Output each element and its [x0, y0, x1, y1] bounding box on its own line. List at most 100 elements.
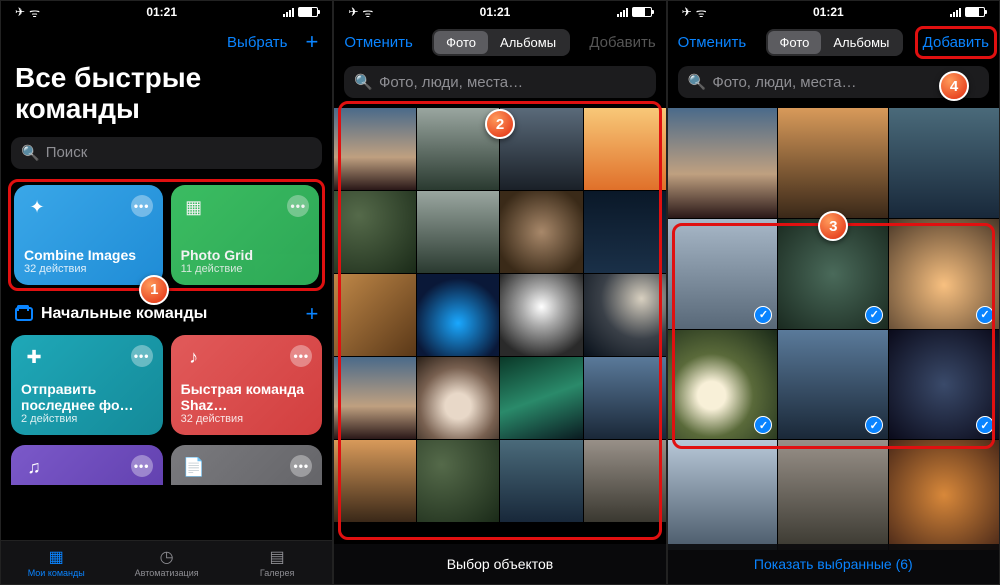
- photo-thumb[interactable]: [584, 274, 666, 356]
- battery-icon: [298, 7, 318, 17]
- search-icon: 🔍: [21, 144, 40, 162]
- search-input[interactable]: 🔍 Фото, люди, места…: [344, 66, 655, 98]
- photo-thumb[interactable]: [584, 440, 666, 522]
- search-icon: 🔍: [354, 73, 373, 91]
- cancel-button[interactable]: Отменить: [678, 34, 747, 51]
- tab-photos[interactable]: Фото: [434, 31, 488, 54]
- photo-thumb[interactable]: [668, 440, 778, 550]
- photo-thumb[interactable]: [334, 108, 416, 190]
- more-icon[interactable]: •••: [131, 195, 153, 217]
- photo-thumb[interactable]: [500, 274, 582, 356]
- photo-grid: ✓ ✓ ✓ ✓ ✓ ✓: [668, 108, 999, 550]
- battery-icon: [965, 7, 985, 17]
- automation-icon: ◷: [160, 547, 174, 567]
- shortcut-card-send-last[interactable]: ✚ ••• Отправить последнее фо… 2 действия: [11, 335, 163, 435]
- more-icon[interactable]: •••: [290, 345, 312, 367]
- card-name: Отправить последнее фо…: [21, 381, 153, 413]
- sound-icon: ♪: [181, 345, 207, 371]
- screen-picker-selected: ✈︎ᯤ 01:21 Отменить Фото Альбомы Добавить…: [667, 0, 1000, 585]
- card-meta: 2 действия: [21, 413, 153, 425]
- photo-thumb[interactable]: [778, 440, 888, 550]
- photo-thumb[interactable]: [584, 357, 666, 439]
- photo-thumb[interactable]: [417, 357, 499, 439]
- tab-photos[interactable]: Фото: [768, 31, 822, 54]
- photo-thumb[interactable]: [500, 440, 582, 522]
- show-selected-button[interactable]: Показать выбранные (6): [668, 544, 999, 584]
- shortcut-card-what[interactable]: 📄••• Что такое: [171, 445, 323, 485]
- photo-thumb[interactable]: [778, 108, 888, 218]
- segmented-control: Фото Альбомы: [432, 29, 570, 56]
- photo-thumb[interactable]: [584, 191, 666, 273]
- status-bar: ✈︎ᯤ 01:21: [668, 1, 999, 23]
- photo-thumb[interactable]: ✓: [668, 330, 778, 440]
- tab-my-shortcuts[interactable]: ▦Мои команды: [1, 541, 111, 584]
- card-meta: 11 действие: [181, 263, 310, 275]
- photo-thumb[interactable]: ✓: [889, 330, 999, 440]
- more-icon[interactable]: •••: [131, 455, 153, 477]
- page-title: Все быстрые команды: [1, 61, 332, 133]
- shortcut-card-music[interactable]: ♫••• Музыкальная: [11, 445, 163, 485]
- tab-gallery[interactable]: ▤Галерея: [222, 541, 332, 584]
- check-icon: ✓: [865, 416, 883, 434]
- card-meta: 32 действия: [24, 263, 153, 275]
- signal-icon: [617, 8, 628, 17]
- shortcut-card-photo-grid[interactable]: ▦ ••• Photo Grid 11 действие: [171, 185, 320, 285]
- select-button[interactable]: Выбрать: [227, 34, 287, 51]
- photo-thumb[interactable]: [334, 357, 416, 439]
- photo-thumb[interactable]: ✓: [889, 219, 999, 329]
- tab-albums[interactable]: Альбомы: [821, 31, 901, 54]
- callout-2: 2: [485, 109, 515, 139]
- section-title: Начальные команды: [41, 305, 207, 323]
- more-icon[interactable]: •••: [131, 345, 153, 367]
- status-bar: ✈︎ᯤ 01:21: [334, 1, 665, 23]
- photo-thumb[interactable]: [500, 191, 582, 273]
- shortcut-card-shazam[interactable]: ♪ ••• Быстрая команда Shaz… 32 действия: [171, 335, 323, 435]
- photo-thumb[interactable]: [668, 108, 778, 218]
- photo-thumb[interactable]: [334, 274, 416, 356]
- segmented-control: Фото Альбомы: [766, 29, 904, 56]
- card-meta: 32 действия: [181, 413, 313, 425]
- add-button[interactable]: Добавить: [923, 34, 989, 51]
- airplane-icon: ✈︎: [682, 5, 692, 19]
- screen-shortcuts: ✈︎ ᯤ 01:21 Выбрать + Все быстрые команды…: [0, 0, 333, 585]
- search-icon: 🔍: [688, 73, 707, 91]
- shortcut-card-combine-images[interactable]: ✦ ••• Combine Images 32 действия: [14, 185, 163, 285]
- tab-bar: ▦Мои команды ◷Автоматизация ▤Галерея: [1, 540, 332, 584]
- card-name: Combine Images: [24, 247, 153, 263]
- doc-icon: 📄: [181, 455, 207, 481]
- photo-thumb[interactable]: [584, 108, 666, 190]
- photo-thumb[interactable]: ✓: [778, 330, 888, 440]
- cancel-button[interactable]: Отменить: [344, 34, 413, 51]
- wifi-icon: ᯤ: [29, 4, 40, 21]
- tab-automation[interactable]: ◷Автоматизация: [111, 541, 221, 584]
- photo-thumb[interactable]: [334, 440, 416, 522]
- photo-thumb[interactable]: [417, 274, 499, 356]
- add-shortcut-button[interactable]: +: [305, 301, 318, 327]
- screen-picker-select: ✈︎ᯤ 01:21 Отменить Фото Альбомы Добавить…: [333, 0, 666, 585]
- photo-thumb[interactable]: [889, 440, 999, 550]
- tab-albums[interactable]: Альбомы: [488, 31, 568, 54]
- message-icon: ✚: [21, 345, 47, 371]
- add-shortcut-button[interactable]: +: [305, 29, 318, 55]
- photo-thumb[interactable]: [500, 357, 582, 439]
- more-icon[interactable]: •••: [290, 455, 312, 477]
- callout-4: 4: [939, 71, 969, 101]
- signal-icon: [950, 8, 961, 17]
- photo-thumb[interactable]: [889, 108, 999, 218]
- battery-icon: [632, 7, 652, 17]
- photo-thumb[interactable]: [334, 191, 416, 273]
- clock: 01:21: [480, 5, 511, 19]
- clock: 01:21: [146, 5, 177, 19]
- status-bar: ✈︎ ᯤ 01:21: [1, 1, 332, 23]
- photo-thumb[interactable]: [417, 191, 499, 273]
- callout-3: 3: [818, 211, 848, 241]
- search-placeholder: Фото, люди, места…: [379, 74, 523, 91]
- wifi-icon: ᯤ: [696, 4, 707, 21]
- check-icon: ✓: [754, 416, 772, 434]
- photo-thumb[interactable]: ✓: [668, 219, 778, 329]
- picker-footer: Выбор объектов: [334, 544, 665, 584]
- more-icon[interactable]: •••: [287, 195, 309, 217]
- search-input[interactable]: 🔍 Поиск: [11, 137, 322, 169]
- check-icon: ✓: [754, 306, 772, 324]
- photo-thumb[interactable]: [417, 440, 499, 522]
